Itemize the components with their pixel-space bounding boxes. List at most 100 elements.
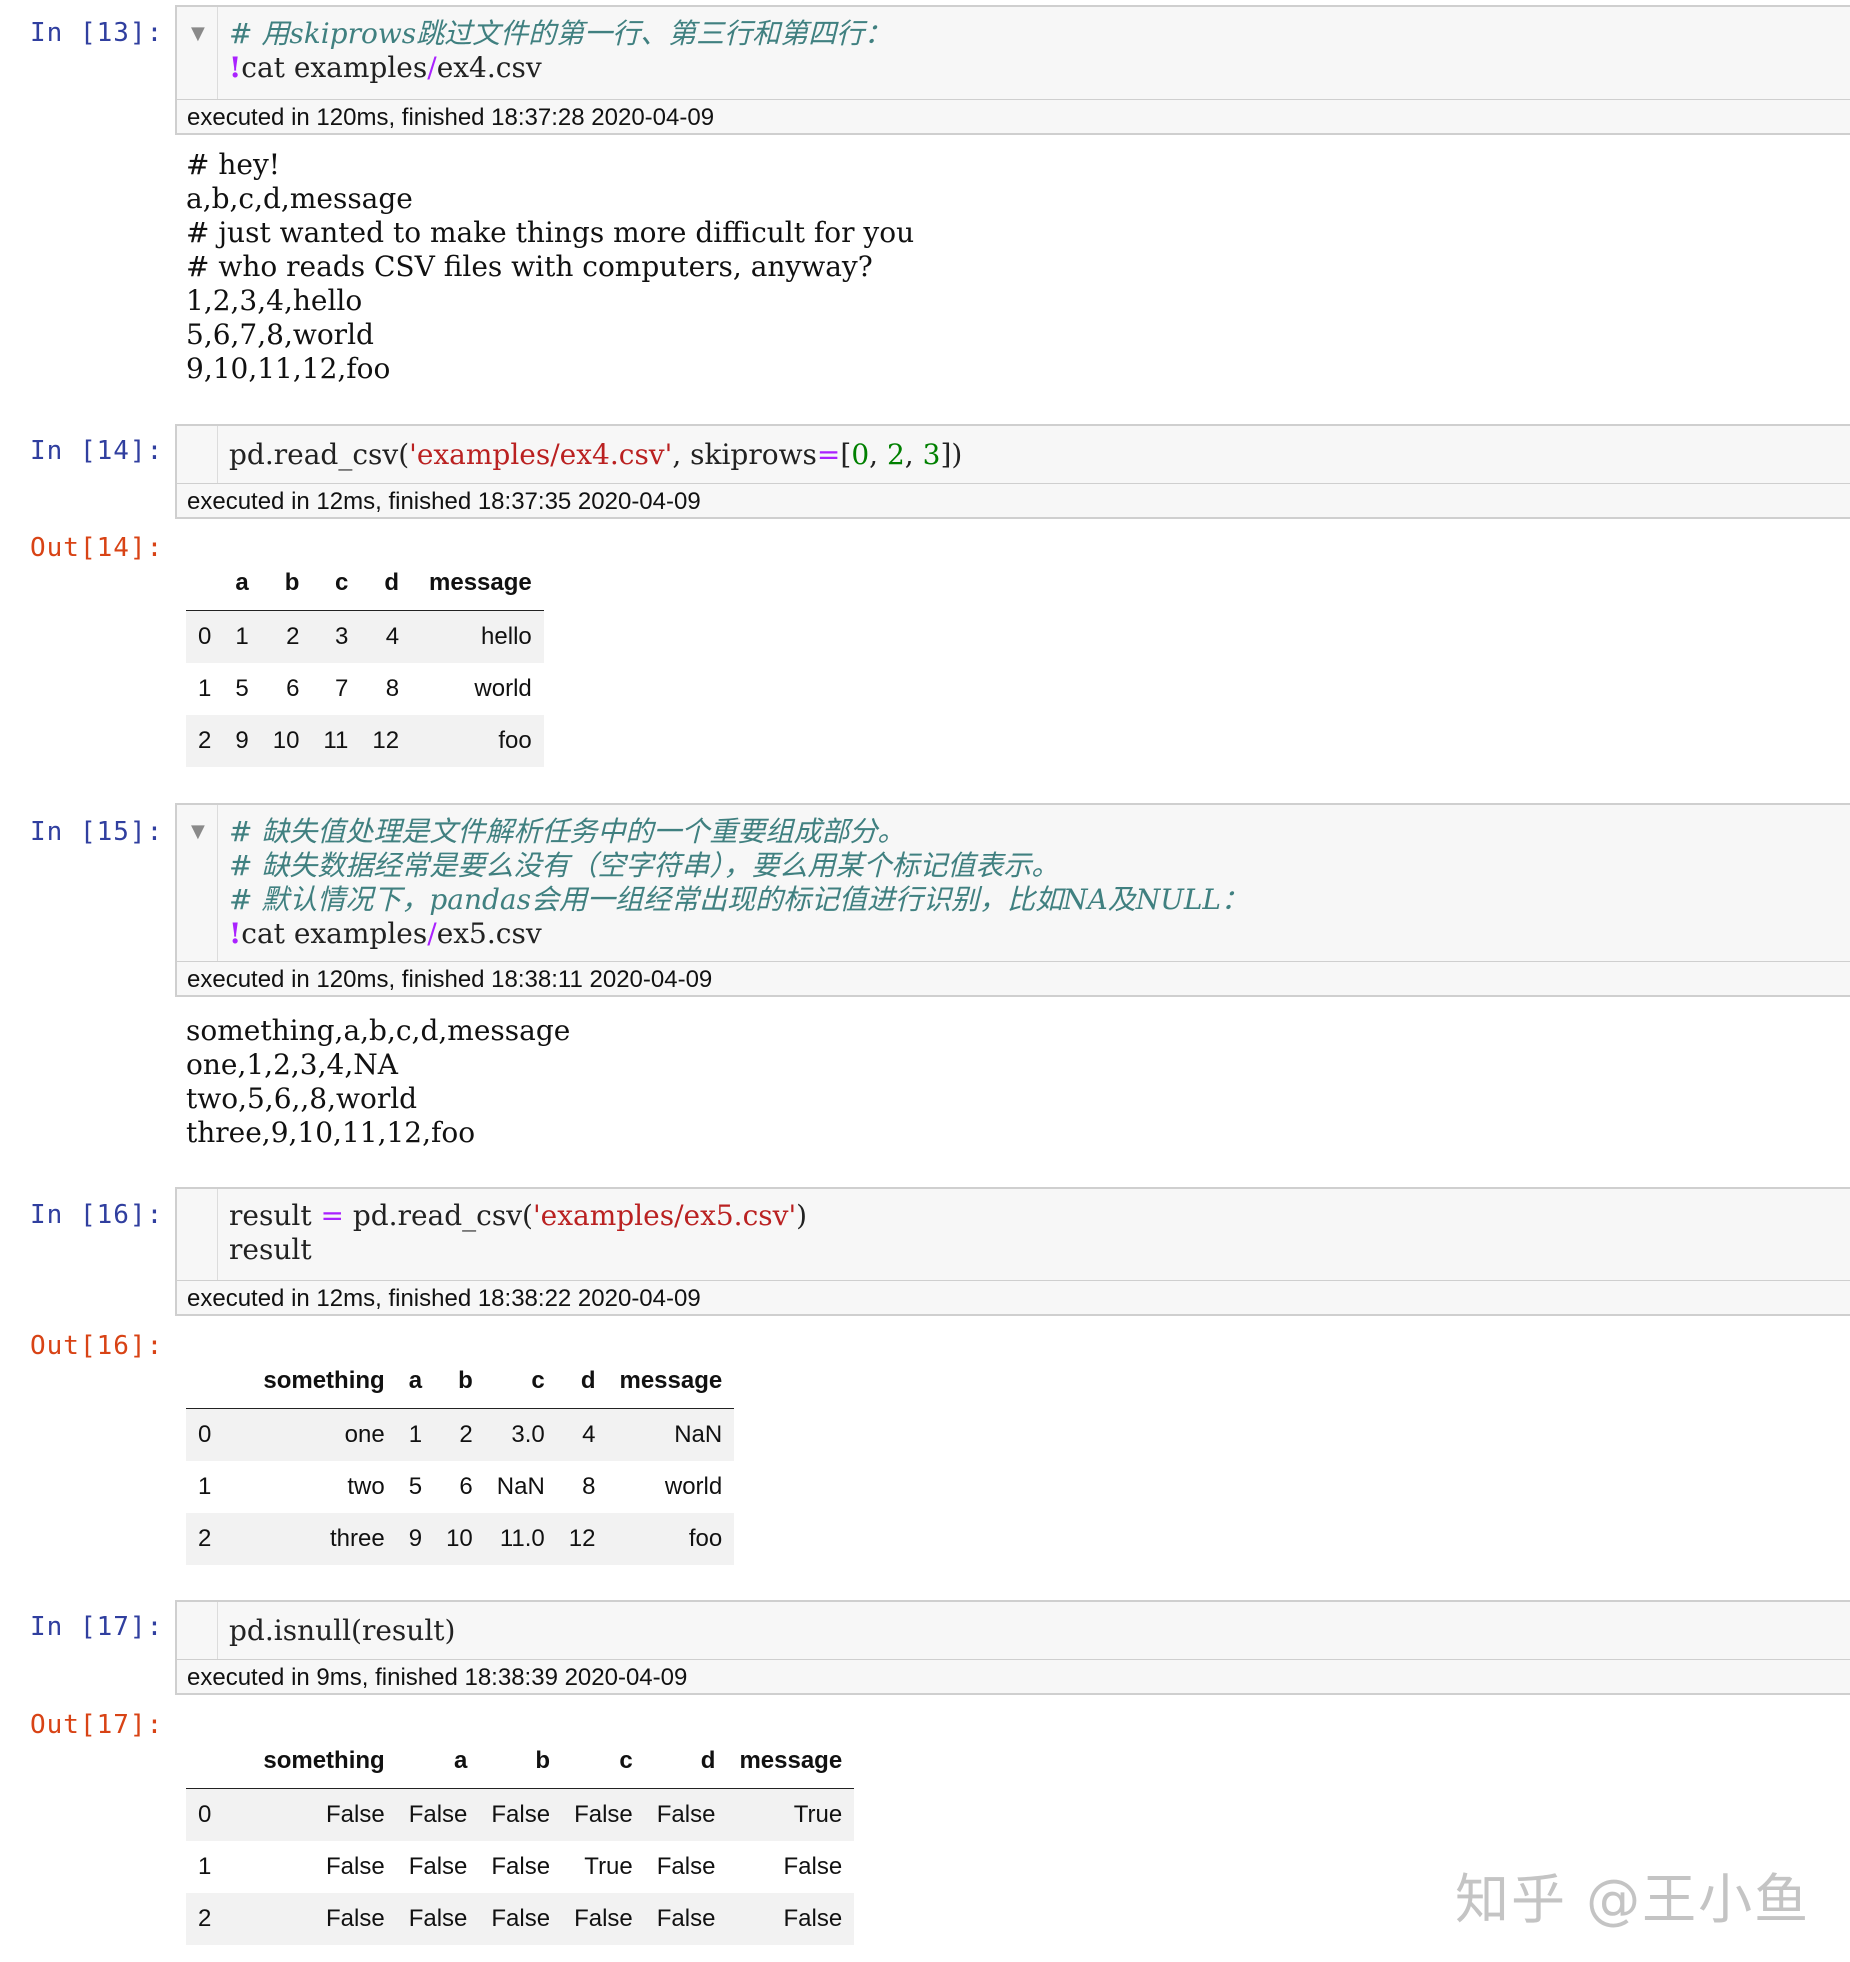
column-header: d [360, 556, 412, 611]
stdout-line: # hey! [186, 148, 281, 181]
stdout-line: one,1,2,3,4,NA [186, 1048, 398, 1081]
code-cell-14[interactable]: pd.read_csv('examples/ex4.csv', skiprows… [175, 424, 1850, 488]
table-cell: NaN [496, 1473, 545, 1500]
table-cell: 11 [323, 727, 349, 754]
column-header: c [484, 1354, 557, 1409]
stdout-line: # who reads CSV files with computers, an… [186, 250, 873, 283]
table-row: 1 False False False True False False [186, 1841, 854, 1893]
table-cell: two [347, 1473, 385, 1500]
code-line: !cat examples/ex5.csv [229, 917, 542, 950]
table-cell: False [783, 1905, 843, 1932]
table-cell: False [408, 1801, 468, 1828]
stdout-line: 5,6,7,8,world [186, 318, 374, 351]
stdout-line: 1,2,3,4,hello [186, 284, 363, 317]
execution-status: executed in 12ms, finished 18:37:35 2020… [175, 483, 1850, 519]
code-comment: # 用skiprows跳过文件的第一行、第三行和第四行： [229, 17, 893, 50]
table-cell: 1 [408, 1421, 423, 1448]
table-row: 0 False False False False False True [186, 1788, 855, 1841]
table-cell: True [584, 1853, 633, 1880]
table-cell: False [574, 1905, 633, 1932]
index-header [186, 1354, 224, 1409]
table-cell: False [656, 1905, 716, 1932]
stdout-line: three,9,10,11,12,foo [186, 1116, 476, 1149]
table-cell: False [783, 1853, 843, 1880]
table-row: 1 two 5 6 NaN 8 world [186, 1461, 734, 1513]
dataframe-table-14: a b c d message 0 1 2 3 4 hello 1 5 6 7 … [186, 556, 544, 767]
cell-gutter-divider [217, 426, 218, 488]
table-cell: False [326, 1801, 385, 1828]
stdout-line: something,a,b,c,d,message [186, 1014, 571, 1047]
input-prompt-13: In [13]: [30, 18, 164, 48]
table-cell: 12 [372, 727, 400, 754]
code-text[interactable]: # 用skiprows跳过文件的第一行、第三行和第四行： !cat exampl… [229, 17, 892, 85]
column-header: d [644, 1734, 728, 1789]
code-text[interactable]: pd.read_csv('examples/ex4.csv', skiprows… [229, 438, 962, 472]
table-cell: world [474, 675, 532, 702]
input-prompt-15: In [15]: [30, 817, 164, 847]
code-cell-13[interactable]: ▼ # 用skiprows跳过文件的第一行、第三行和第四行： !cat exam… [175, 5, 1850, 103]
stdout-line: a,b,c,d,message [186, 182, 413, 215]
row-index: 2 [198, 1525, 212, 1552]
table-header-row: something a b c d message [186, 1734, 855, 1789]
column-header: message [607, 1354, 735, 1409]
table-cell: False [326, 1905, 385, 1932]
table-cell: 5 [235, 675, 249, 702]
table-cell: foo [688, 1525, 723, 1552]
row-index: 0 [198, 1801, 212, 1828]
column-header: message [411, 556, 544, 611]
table-cell: 9 [235, 727, 249, 754]
index-header [186, 556, 224, 611]
table-cell: False [656, 1801, 716, 1828]
table-row: 2 9 10 11 12 foo [186, 715, 544, 767]
row-index: 0 [198, 623, 212, 650]
code-comment: # 缺失值处理是文件解析任务中的一个重要组成部分。 [229, 815, 906, 848]
dataframe-table-16: something a b c d message 0 one 1 2 3.0 … [186, 1354, 735, 1565]
table-cell: 4 [582, 1421, 596, 1448]
index-header [186, 1734, 224, 1789]
code-text[interactable]: # 缺失值处理是文件解析任务中的一个重要组成部分。 # 缺失数据经常是要么没有（… [229, 815, 1249, 951]
table-cell: 11.0 [499, 1525, 545, 1552]
table-cell: 1 [235, 623, 249, 650]
stdout-output: # hey! a,b,c,d,message # just wanted to … [186, 148, 914, 386]
table-cell: 3 [334, 623, 349, 650]
row-index: 1 [198, 1853, 212, 1880]
table-cell: 5 [408, 1473, 423, 1500]
output-prompt-17: Out[17]: [30, 1710, 164, 1740]
table-cell: True [793, 1801, 843, 1828]
output-prompt-14: Out[14]: [30, 533, 164, 563]
table-cell: foo [498, 727, 532, 754]
code-cell-17[interactable]: pd.isnull(result) [175, 1600, 1850, 1664]
code-text[interactable]: pd.isnull(result) [229, 1614, 455, 1648]
column-header: b [434, 1354, 485, 1409]
table-cell: 9 [408, 1525, 423, 1552]
cell-gutter-divider [217, 1602, 218, 1664]
code-cell-15[interactable]: ▼ # 缺失值处理是文件解析任务中的一个重要组成部分。 # 缺失数据经常是要么没… [175, 803, 1850, 965]
stdout-line: # just wanted to make things more diffic… [186, 216, 915, 249]
table-cell: 7 [334, 675, 349, 702]
column-header: a [396, 1354, 435, 1409]
table-cell: 10 [272, 727, 300, 754]
code-cell-16[interactable]: result = pd.read_csv('examples/ex5.csv')… [175, 1187, 1850, 1285]
zhihu-watermark: 知乎 @王小鱼 [1455, 1868, 1811, 1931]
table-cell: 8 [385, 675, 400, 702]
row-index: 1 [198, 1473, 212, 1500]
table-row: 0 one 1 2 3.0 4 NaN [186, 1408, 735, 1461]
code-line: pd.read_csv('examples/ex4.csv', skiprows… [229, 438, 963, 471]
table-cell: 6 [286, 675, 300, 702]
input-prompt-17: In [17]: [30, 1612, 164, 1642]
collapse-triangle-icon[interactable]: ▼ [191, 821, 205, 842]
table-cell: False [491, 1905, 551, 1932]
column-header: something [223, 1734, 397, 1789]
table-header-row: a b c d message [186, 556, 544, 611]
table-cell: False [408, 1853, 468, 1880]
row-index: 2 [198, 727, 212, 754]
table-row: 0 1 2 3 4 hello [186, 610, 544, 663]
table-cell: False [408, 1905, 468, 1932]
column-header: c [562, 1734, 645, 1789]
table-cell: one [344, 1421, 385, 1448]
code-line: result [229, 1233, 312, 1266]
collapse-triangle-icon[interactable]: ▼ [191, 23, 205, 44]
code-comment: # 缺失数据经常是要么没有（空字符串），要么用某个标记值表示。 [229, 849, 1060, 882]
cell-gutter-divider [217, 1189, 218, 1285]
code-text[interactable]: result = pd.read_csv('examples/ex5.csv')… [229, 1199, 807, 1267]
